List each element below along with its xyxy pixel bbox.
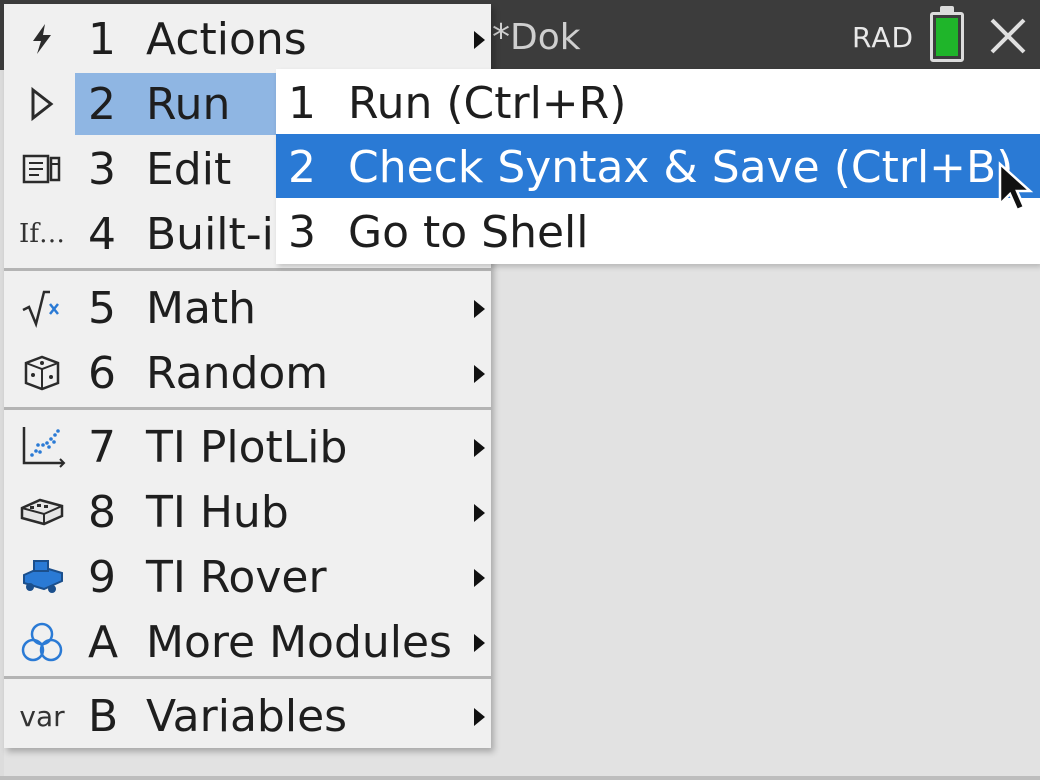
mouse-cursor-icon — [996, 160, 1036, 216]
submenu-item-label: Check Syntax & Save (Ctrl+B) — [348, 142, 1014, 193]
submenu-arrow-icon — [474, 31, 485, 49]
menu-item-key: B — [88, 691, 119, 742]
submenu-item-go-to-shell[interactable]: 3 Go to Shell — [276, 199, 1040, 263]
submenu-item-run[interactable]: 1 Run (Ctrl+R) — [276, 70, 1040, 134]
battery-level — [936, 18, 958, 56]
menu-item-ti-rover[interactable]: 9 TI Rover — [4, 545, 491, 609]
menu-item-label: TI Rover — [146, 552, 327, 603]
submenu-arrow-icon — [474, 300, 485, 318]
submenu-arrow-icon — [474, 504, 485, 522]
editor-bottom-edge — [0, 776, 1040, 780]
submenu-arrow-icon — [474, 439, 485, 457]
run-submenu: 1 Run (Ctrl+R) 2 Check Syntax & Save (Ct… — [276, 69, 1040, 264]
submenu-arrow-icon — [474, 365, 485, 383]
menu-item-key: 8 — [88, 487, 116, 538]
menu-separator — [4, 268, 491, 271]
menu-item-key: 5 — [88, 283, 116, 334]
menu-item-key: 7 — [88, 422, 116, 473]
submenu-arrow-icon — [474, 634, 485, 652]
menu-item-key: 3 — [88, 144, 116, 195]
menu-item-key: 6 — [88, 348, 116, 399]
menu-item-random[interactable]: 6 Random — [4, 341, 491, 405]
menu-item-label: Math — [146, 283, 257, 334]
menu-item-label: More Modules — [146, 617, 452, 668]
angle-mode-indicator: RAD — [852, 21, 915, 54]
rover-icon — [14, 557, 70, 597]
submenu-item-key: 3 — [288, 207, 316, 258]
menu-item-label: Random — [146, 348, 329, 399]
menu-separator — [4, 407, 491, 410]
menu-item-key: A — [88, 617, 119, 668]
menu-item-ti-hub[interactable]: 8 TI Hub — [4, 480, 491, 544]
menu-item-label: Edit — [146, 144, 232, 195]
menu-item-key: 4 — [88, 209, 116, 260]
submenu-item-key: 2 — [288, 142, 316, 193]
submenu-item-key: 1 — [288, 78, 316, 129]
run-triangle-icon — [14, 84, 70, 124]
scatter-plot-icon — [14, 427, 70, 468]
if-builtins-icon: If… — [19, 219, 65, 249]
submenu-item-label: Go to Shell — [348, 207, 589, 258]
menu-item-label: Variables — [146, 691, 348, 742]
three-circles-icon — [14, 622, 70, 662]
battery-icon — [930, 6, 964, 62]
submenu-arrow-icon — [474, 708, 485, 726]
lightning-icon — [14, 19, 70, 59]
document-title: *Dok — [492, 17, 581, 58]
menu-item-math[interactable]: 5 Math — [4, 276, 491, 340]
close-icon[interactable] — [986, 14, 1030, 58]
menu-item-variables[interactable]: var B Variables — [4, 684, 491, 748]
menu-item-label: TI Hub — [146, 487, 289, 538]
menu-item-label: Actions — [146, 14, 307, 65]
menu-item-key: 9 — [88, 552, 116, 603]
sqrt-math-icon — [14, 288, 70, 328]
submenu-arrow-icon — [474, 569, 485, 587]
menu-item-more-modules[interactable]: A More Modules — [4, 610, 491, 674]
menu-item-label: TI PlotLib — [146, 422, 348, 473]
menu-item-key: 2 — [88, 79, 116, 130]
submenu-item-label: Run (Ctrl+R) — [348, 78, 627, 129]
var-icon: var — [19, 699, 65, 733]
edit-document-icon — [14, 149, 70, 189]
dice-icon — [14, 353, 70, 393]
menu-separator — [4, 676, 491, 679]
hub-device-icon — [14, 492, 70, 532]
menu-item-key: 1 — [88, 14, 116, 65]
menu-item-ti-plotlib[interactable]: 7 TI PlotLib — [4, 415, 491, 479]
submenu-item-check-syntax-save[interactable]: 2 Check Syntax & Save (Ctrl+B) — [276, 134, 1040, 198]
menu-item-label: Run — [146, 79, 231, 130]
menu-item-actions[interactable]: 1 Actions — [4, 7, 491, 71]
